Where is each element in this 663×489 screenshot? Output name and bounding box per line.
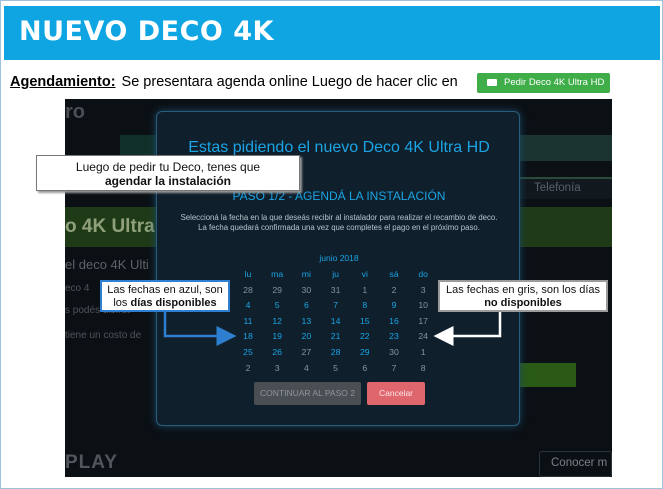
- bg-nav-bar-right: [520, 135, 612, 161]
- calendar-day-available[interactable]: 16: [380, 314, 408, 330]
- bg-logo-fragment: ro: [65, 101, 85, 123]
- callout-available-prefix: los: [113, 297, 128, 309]
- callout-unavailable-line1: Las fechas en gris, son los días: [445, 284, 601, 296]
- calendar-day-available[interactable]: 11: [234, 314, 262, 330]
- calendar-day-unavailable: 24: [418, 331, 429, 342]
- calendar-week: 18 19 20 21 22 23 24: [234, 329, 430, 345]
- calendar-day-available[interactable]: 9: [380, 298, 408, 314]
- page-title: NUEVO DECO 4K: [19, 16, 274, 47]
- calendar-day-available[interactable]: 15: [351, 314, 379, 330]
- calendar-day-unavailable: 6: [362, 362, 368, 373]
- calendar-day-available[interactable]: 19: [263, 329, 291, 345]
- calendar-day-available[interactable]: 21: [322, 329, 350, 345]
- bg-tab-telefonia: Telefonía: [520, 177, 612, 199]
- bg-text-line: tiene un costo de: [65, 330, 142, 341]
- calendar-day-unavailable: 3: [420, 284, 426, 295]
- calendar-day-available[interactable]: 5: [263, 298, 291, 314]
- calendar-day-unavailable: 31: [330, 284, 341, 295]
- calendar-week: 2 3 4 5 6 7 8: [234, 361, 430, 377]
- calendar-week: 28 29 30 31 1 2 3: [234, 283, 430, 299]
- modal-step: PASO 1/2 - AGENDÁ LA INSTALACIÓN: [232, 189, 446, 203]
- calendar-day-available[interactable]: 4: [234, 298, 262, 314]
- cart-icon: [487, 79, 497, 86]
- calendar-day-unavailable: 3: [274, 362, 280, 373]
- weekday-label: ju: [332, 269, 339, 279]
- bg-text-line: el deco 4K Ulti: [65, 257, 149, 272]
- callout-unavailable-dates: Las fechas en gris, son los días no disp…: [438, 280, 608, 312]
- calendar-day-unavailable: 30: [301, 284, 312, 295]
- bg-text-line: eco 4: [65, 283, 90, 294]
- weekday-label: ma: [271, 269, 284, 279]
- bg-brand: PLAY: [65, 452, 118, 473]
- callout-unavailable-bold: no disponibles: [484, 297, 562, 309]
- calendar-month: junio 2018: [319, 253, 359, 263]
- calendar-day-unavailable: 5: [333, 362, 339, 373]
- calendar-week: 11 12 13 14 15 16 17: [234, 314, 430, 330]
- weekday-label: lu: [244, 269, 252, 279]
- calendar-day-unavailable: 1: [420, 346, 426, 357]
- calendar-day-available[interactable]: 6: [292, 298, 320, 314]
- calendar-day-unavailable: 10: [418, 300, 429, 311]
- calendar-day-available[interactable]: 8: [351, 298, 379, 314]
- calendar-day-unavailable: 28: [243, 284, 253, 295]
- calendar-day-unavailable: 4: [303, 362, 309, 373]
- instruction-label: Agendamiento:: [10, 74, 116, 90]
- calendar-day-available[interactable]: 22: [351, 329, 379, 345]
- calendar-day-available[interactable]: 29: [351, 345, 379, 361]
- pedir-deco-label: Pedir Deco 4K Ultra HD: [504, 77, 605, 88]
- instruction-text: Se presentara agenda online Luego de hac…: [121, 74, 458, 90]
- continue-button[interactable]: CONTINUAR AL PASO 2: [254, 382, 361, 405]
- weekday-label: mi: [301, 269, 311, 279]
- calendar-day-unavailable: 2: [245, 362, 251, 373]
- calendar-day-unavailable: 7: [391, 362, 397, 373]
- callout-available-line2: los días disponibles: [102, 297, 228, 310]
- calendar-day-unavailable: 27: [301, 346, 312, 357]
- instruction-line: Agendamiento: Se presentara agenda online…: [10, 74, 458, 90]
- calendar-day-unavailable: 30: [389, 346, 399, 357]
- calendar-day-available[interactable]: 18: [234, 329, 262, 345]
- callout-available-bold: días disponibles: [130, 297, 217, 309]
- weekday-label: do: [418, 269, 429, 279]
- calendar-day-unavailable: 29: [272, 284, 283, 295]
- calendar-day-unavailable: 1: [362, 284, 368, 295]
- calendar-day-available[interactable]: 23: [380, 329, 408, 345]
- callout-schedule: Luego de pedir tu Deco, tenes que agenda…: [36, 155, 300, 191]
- calendar-day-available[interactable]: 14: [322, 314, 350, 330]
- callout-available-dates: Las fechas en azul, son los días disponi…: [100, 280, 230, 312]
- calendar-day-available[interactable]: 20: [292, 329, 320, 345]
- calendar-day-available[interactable]: 13: [292, 314, 320, 330]
- calendar-day-available[interactable]: 26: [263, 345, 291, 361]
- calendar-day-available[interactable]: 7: [322, 298, 350, 314]
- calendar-week: 25 26 27 28 29 30 1: [234, 345, 430, 361]
- header-banner: NUEVO DECO 4K: [4, 6, 660, 60]
- cancel-button[interactable]: Cancelar: [367, 382, 425, 405]
- callout-schedule-line1: Luego de pedir tu Deco, tenes que: [75, 160, 261, 174]
- bg-conocer-button: Conocer m: [539, 451, 612, 477]
- calendar-day-unavailable: 2: [391, 284, 397, 295]
- pedir-deco-button[interactable]: Pedir Deco 4K Ultra HD: [477, 73, 610, 93]
- calendar-day-available[interactable]: 28: [322, 345, 350, 361]
- callout-available-line1: Las fechas en azul, son: [107, 284, 223, 296]
- modal-description: Seleccioná la fecha en la que deseás rec…: [180, 213, 498, 232]
- bg-tab-label: Telefonía: [534, 182, 581, 194]
- bg-conocer-label: Conocer m: [551, 457, 608, 469]
- callout-schedule-line2: agendar la instalación: [104, 174, 232, 188]
- calendar-day-available[interactable]: 12: [263, 314, 291, 330]
- weekday-header: lu ma mi ju vi sá do: [234, 267, 430, 283]
- calendar-grid: lu ma mi ju vi sá do 28 29 30 31 1 2 3 4 5 6 7 8 9 10 11 12 13 1…: [234, 267, 430, 376]
- calendar-day-unavailable: 17: [418, 315, 429, 326]
- weekday-label: sá: [389, 269, 399, 279]
- calendar-day-unavailable: 8: [420, 362, 426, 373]
- calendar-week: 4 5 6 7 8 9 10: [234, 298, 430, 314]
- weekday-label: vi: [361, 269, 368, 279]
- calendar-day-available[interactable]: 25: [234, 345, 262, 361]
